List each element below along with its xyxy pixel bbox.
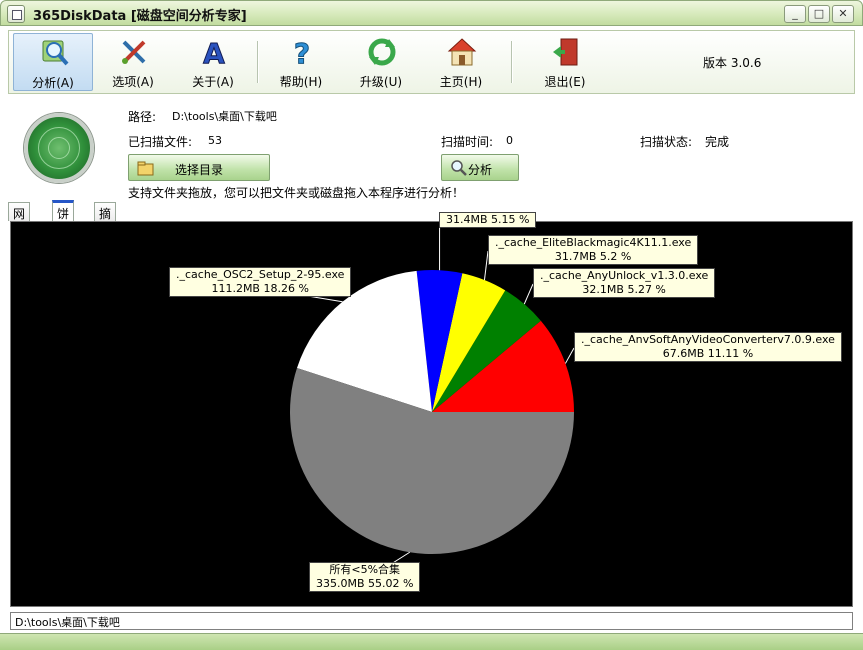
tab-summary[interactable]: 摘要 — [94, 202, 117, 238]
analyze-button-label: 分析 — [467, 163, 492, 177]
analyze-button[interactable]: 分析 — [441, 154, 519, 181]
scan-time-label: 扫描时间: — [441, 135, 494, 149]
magnifier-disk-icon — [42, 40, 69, 66]
window-controls: _ □ ✕ — [784, 5, 854, 23]
refresh-upgrade-icon — [368, 38, 396, 66]
pie-slice-name: ._cache_EliteBlackmagic4K11.1.exe — [495, 236, 692, 249]
about-toolbar-label: 关于(A) — [192, 75, 234, 89]
pie-slice-name: ._cache_AnyUnlock_v1.3.0.exe — [540, 269, 709, 282]
pie-slice-value: 111.2MB 18.26 % — [211, 282, 309, 295]
scan-status-value: 完成 — [705, 135, 730, 149]
pie-slice-name: ._cache_OSC2_Setup_2-95.exe — [176, 268, 345, 281]
pie-slice-value: 31.7MB 5.2 % — [554, 250, 632, 263]
tab-pie-chart[interactable]: 饼图 — [52, 200, 75, 238]
toolbar-separator — [511, 41, 513, 83]
pie-slice-value: 335.0MB 55.02 % — [316, 577, 414, 590]
pie-slice-label: 31.4MB 5.15 % — [439, 212, 537, 228]
drag-drop-hint: 支持文件夹拖放，您可以把文件夹或磁盘拖入本程序进行分析！ — [128, 186, 465, 200]
analyze-toolbar-button[interactable]: 分析(A) — [13, 33, 93, 91]
pie-slice-value: 32.1MB 5.27 % — [582, 283, 666, 296]
options-toolbar-label: 选项(A) — [112, 75, 154, 89]
exit-toolbar-label: 退出(E) — [544, 75, 586, 89]
scan-time-value: 0 — [506, 134, 513, 147]
select-directory-label: 选择目录 — [174, 163, 223, 177]
scan-info-panel: 路径: D:\tools\桌面\下载吧 已扫描文件: 53 扫描时间: 0 扫描… — [8, 97, 855, 202]
svg-text:A: A — [203, 37, 225, 67]
pie-leader-line — [565, 347, 575, 364]
pie-slice-value: 67.6MB 11.11 % — [662, 347, 754, 360]
homepage-toolbar-label: 主页(H) — [439, 75, 483, 89]
pie-leader-line — [523, 283, 534, 305]
version-label: 版本 3.0.6 — [703, 56, 762, 70]
pie-slice-name: ._cache_AnvSoftAnyVideoConverterv7.0.9.e… — [581, 333, 835, 346]
options-toolbar-button[interactable]: 选项(A) — [93, 33, 173, 91]
analyze-toolbar-label: 分析(A) — [32, 76, 74, 90]
window-bottom-border — [0, 633, 863, 650]
pie-slice-label: ._cache_AnyUnlock_v1.3.0.exe 32.1MB 5.27 … — [533, 268, 716, 298]
exit-toolbar-button[interactable]: 退出(E) — [525, 33, 605, 91]
scanned-files-label: 已扫描文件: — [128, 135, 193, 149]
window-title: 365DiskData [磁盘空间分析专家] — [33, 9, 247, 24]
pie-slice-label: ._cache_EliteBlackmagic4K11.1.exe 31.7MB … — [488, 235, 699, 265]
pie-slice-name: 所有<5%合集 — [329, 563, 401, 576]
maximize-button[interactable]: □ — [808, 5, 830, 23]
pie-chart-area: ._cache_AnvSoftAnyVideoConverterv7.0.9.e… — [10, 212, 853, 607]
status-bar: D:\tools\桌面\下载吧 — [10, 612, 853, 630]
select-directory-button[interactable]: 选择目录 — [128, 154, 270, 181]
home-icon — [447, 38, 477, 66]
scanned-files-value: 53 — [208, 134, 222, 147]
tools-icon — [122, 40, 146, 64]
pie-slice-value: 31.4MB 5.15 % — [446, 213, 530, 226]
path-label: 路径: — [128, 110, 157, 124]
upgrade-toolbar-label: 升级(U) — [359, 75, 403, 89]
pie-slice-label: ._cache_AnvSoftAnyVideoConverterv7.0.9.e… — [574, 332, 842, 362]
help-toolbar-button[interactable]: ? 帮助(H) — [261, 33, 341, 91]
system-menu-icon[interactable] — [7, 5, 25, 23]
help-question-icon: ? — [293, 37, 310, 67]
main-toolbar: 分析(A) 选项(A) A 关于(A) ? 帮助(H) 升级(U) 主页(H) … — [8, 30, 855, 94]
radar-icon — [24, 113, 94, 183]
upgrade-toolbar-button[interactable]: 升级(U) — [341, 33, 421, 91]
about-a-icon: A — [203, 37, 226, 67]
pie-slice-label: ._cache_OSC2_Setup_2-95.exe 111.2MB 18.26… — [169, 267, 352, 297]
help-toolbar-label: 帮助(H) — [279, 75, 323, 89]
about-toolbar-button[interactable]: A 关于(A) — [173, 33, 253, 91]
close-button[interactable]: ✕ — [832, 5, 854, 23]
minimize-button[interactable]: _ — [784, 5, 806, 23]
homepage-toolbar-button[interactable]: 主页(H) — [421, 33, 501, 91]
pie-slice-label: 所有<5%合集 335.0MB 55.02 % — [309, 562, 421, 592]
scan-status-label: 扫描状态: — [640, 135, 693, 149]
toolbar-separator — [257, 41, 259, 83]
svg-text:?: ? — [294, 37, 310, 67]
pie-chart — [228, 228, 575, 579]
exit-door-icon — [553, 38, 578, 66]
path-value: D:\tools\桌面\下载吧 — [172, 110, 277, 123]
title-bar: 365DiskData [磁盘空间分析专家] _ □ ✕ — [0, 0, 863, 26]
tab-grid[interactable]: 网格 — [8, 202, 31, 238]
